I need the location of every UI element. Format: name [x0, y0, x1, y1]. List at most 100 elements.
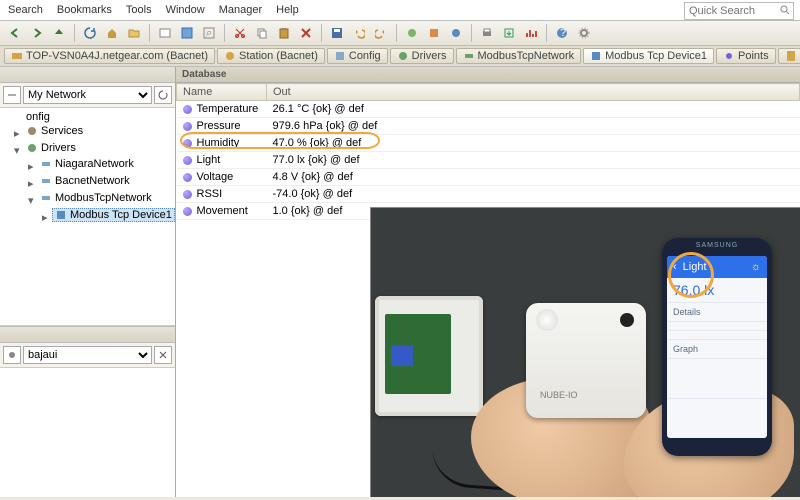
cut-button[interactable] [231, 24, 249, 42]
table-row[interactable]: Temperature26.1 °C {ok} @ def [177, 101, 800, 118]
palette-select[interactable]: bajaui [23, 346, 152, 364]
search-icon [780, 5, 790, 15]
point-icon [183, 156, 192, 165]
tree-node-selected[interactable]: Modbus Tcp Device1 [52, 208, 175, 222]
back-icon: ‹ [673, 261, 677, 273]
table-row[interactable]: Voltage4.8 V {ok} @ def [177, 169, 800, 186]
table-row[interactable]: Humidity47.0 % {ok} @ def [177, 135, 800, 152]
breadcrumb-item[interactable]: ModbusTcpNetwork [456, 48, 582, 64]
smartphone: SAMSUNG ‹Light☼ 76.0 lx Details Graph [662, 238, 772, 456]
quick-search-input[interactable] [684, 2, 794, 20]
device-icon [590, 50, 602, 62]
menu-item[interactable]: Manager [219, 4, 262, 16]
menu-item[interactable]: Tools [126, 4, 152, 16]
tree-node[interactable]: Services [24, 125, 85, 137]
palette-header [0, 327, 175, 343]
point-icon [183, 105, 192, 114]
paste-button[interactable] [275, 24, 293, 42]
tree-node[interactable]: onfig [24, 111, 52, 123]
table-row[interactable]: Pressure979.6 hPa {ok} @ def [177, 118, 800, 135]
tree-node[interactable]: ModbusTcpNetwork [38, 192, 154, 204]
svg-text:⌕: ⌕ [206, 27, 212, 39]
network-icon [40, 175, 52, 187]
point-icon [183, 190, 192, 199]
palette-close-button[interactable] [154, 346, 172, 364]
nav-sidebar: My Network onfig ▸Services ▾Drivers ▸Nia… [0, 67, 176, 497]
content-area: Database Name Out Temperature26.1 °C {ok… [176, 67, 800, 497]
menu-item[interactable]: Help [276, 4, 299, 16]
svg-text:?: ? [560, 27, 566, 39]
palette-pin-button[interactable] [3, 346, 21, 364]
nav-tree[interactable]: onfig ▸Services ▾Drivers ▸NiagaraNetwork… [0, 107, 175, 326]
nav-refresh-button[interactable] [154, 86, 172, 104]
station-icon [224, 50, 236, 62]
nav-collapse-button[interactable] [3, 86, 21, 104]
breadcrumb-item[interactable]: Modbus Tcp Device1 [583, 48, 714, 64]
folder-button[interactable] [125, 24, 143, 42]
station-icon [11, 50, 23, 62]
view-tab[interactable]: Modbus Cle [778, 48, 800, 64]
undo-button[interactable] [350, 24, 368, 42]
palette-panel: bajaui [0, 326, 175, 497]
breadcrumb-item[interactable]: Points [716, 48, 776, 64]
point-icon [183, 207, 192, 216]
home-button[interactable] [103, 24, 121, 42]
breadcrumb-item[interactable]: TOP-VSN0A4J.netgear.com (Bacnet) [4, 48, 215, 64]
menu-item[interactable]: Search [8, 4, 43, 16]
network-icon [40, 192, 52, 204]
tree-node[interactable]: Drivers [24, 142, 78, 154]
breadcrumb-item[interactable]: Config [327, 48, 388, 64]
chart-button[interactable] [522, 24, 540, 42]
breadcrumb-item[interactable]: Station (Bacnet) [217, 48, 325, 64]
device-icon [55, 209, 67, 221]
pir-dome-icon [536, 309, 558, 331]
back-button[interactable] [6, 24, 24, 42]
print-button[interactable] [478, 24, 496, 42]
menu-item[interactable]: Bookmarks [57, 4, 112, 16]
sensor-device: NUBE-IO [526, 303, 646, 418]
phone-brand-label: SAMSUNG [662, 242, 772, 249]
refresh-button[interactable] [81, 24, 99, 42]
device-brand-label: NUBE-IO [540, 390, 578, 400]
gear-icon [26, 125, 38, 137]
network-icon [40, 158, 52, 170]
new-tab-button[interactable] [156, 24, 174, 42]
embedded-photo: NUBE-IO SAMSUNG ‹Light☼ 76.0 lx Details … [370, 207, 800, 497]
tool-b-button[interactable] [425, 24, 443, 42]
delete-button[interactable] [297, 24, 315, 42]
point-icon [183, 173, 192, 182]
config-icon [334, 50, 346, 62]
tool-a-button[interactable] [403, 24, 421, 42]
network-icon [463, 50, 475, 62]
point-icon [183, 122, 192, 131]
phone-reading: 76.0 lx [673, 282, 714, 298]
table-row[interactable]: Light77.0 lx {ok} @ def [177, 152, 800, 169]
help-button[interactable]: ? [553, 24, 571, 42]
redo-button[interactable] [372, 24, 390, 42]
camera-lens-icon [620, 313, 634, 327]
breadcrumb-item[interactable]: Drivers [390, 48, 454, 64]
forward-button[interactable] [28, 24, 46, 42]
save-button[interactable] [328, 24, 346, 42]
database-header: Database [176, 67, 800, 83]
toolbar: ⌕ ? [0, 21, 800, 46]
nav-panel-header [0, 67, 175, 83]
col-name[interactable]: Name [177, 84, 267, 101]
nav-scope-select[interactable]: My Network [23, 86, 152, 104]
menu-item[interactable]: Window [166, 4, 205, 16]
drivers-icon [397, 50, 409, 62]
tool-c-button[interactable] [447, 24, 465, 42]
sun-icon: ☼ [751, 261, 761, 273]
window-button[interactable] [178, 24, 196, 42]
tree-node[interactable]: NiagaraNetwork [38, 158, 136, 170]
table-row[interactable]: RSSI-74.0 {ok} @ def [177, 186, 800, 203]
find-button[interactable]: ⌕ [200, 24, 218, 42]
copy-button[interactable] [253, 24, 271, 42]
settings-button[interactable] [575, 24, 593, 42]
col-out[interactable]: Out [267, 84, 800, 101]
phone-section: Graph [667, 340, 767, 359]
export-button[interactable] [500, 24, 518, 42]
tree-node[interactable]: BacnetNetwork [38, 175, 132, 187]
phone-section: Details [667, 303, 767, 322]
up-button[interactable] [50, 24, 68, 42]
